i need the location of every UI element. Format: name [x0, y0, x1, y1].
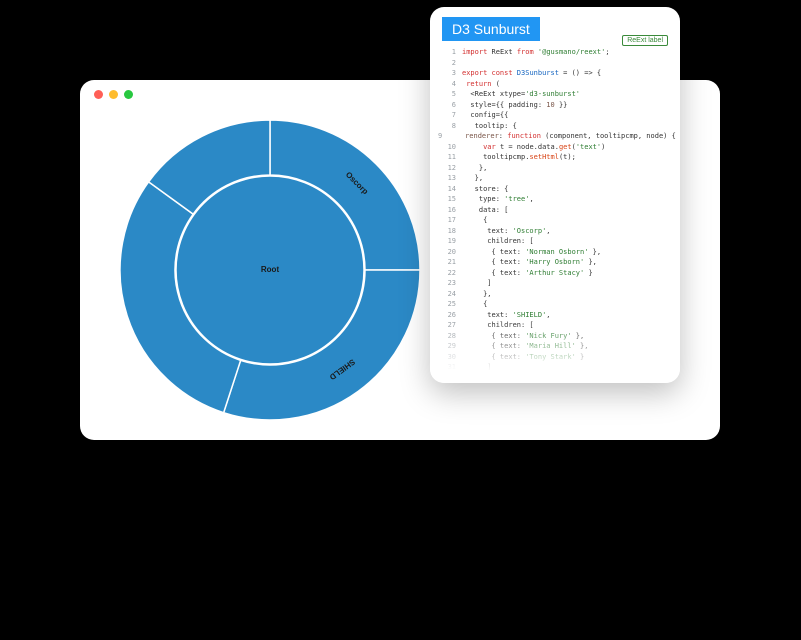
code-line: 8 tooltip: { — [438, 121, 672, 132]
line-number: 8 — [438, 121, 456, 132]
code-line: 1import ReExt from '@gusmano/reext'; — [438, 47, 672, 58]
line-number: 26 — [438, 310, 456, 321]
line-number: 5 — [438, 89, 456, 100]
line-number: 3 — [438, 68, 456, 79]
code-line: 25 { — [438, 299, 672, 310]
line-number: 1 — [438, 47, 456, 58]
sunburst-chart[interactable]: OscorpSHIELDRoot — [110, 110, 430, 430]
code-line: 7 config={{ — [438, 110, 672, 121]
code-line: 22 { text: 'Arthur Stacy' } — [438, 268, 672, 279]
close-icon[interactable] — [94, 90, 103, 99]
fade-overlay — [430, 323, 680, 383]
code-header: D3 Sunburst ReExt label — [430, 7, 680, 47]
code-line: 13 }, — [438, 173, 672, 184]
code-line: 11 tooltipcmp.setHtml(t); — [438, 152, 672, 163]
code-line: 24 }, — [438, 289, 672, 300]
line-number: 17 — [438, 215, 456, 226]
code-line: 2 — [438, 58, 672, 69]
code-line: 9 renderer: function (component, tooltip… — [438, 131, 672, 142]
line-number: 18 — [438, 226, 456, 237]
code-line: 20 { text: 'Norman Osborn' }, — [438, 247, 672, 258]
reext-label-badge[interactable]: ReExt label — [622, 35, 668, 46]
code-line: 10 var t = node.data.get('text') — [438, 142, 672, 153]
code-line: 5 <ReExt xtype='d3-sunburst' — [438, 89, 672, 100]
line-number: 16 — [438, 205, 456, 216]
line-number: 19 — [438, 236, 456, 247]
code-line: 4 return ( — [438, 79, 672, 90]
line-number: 2 — [438, 58, 456, 69]
line-number: 23 — [438, 278, 456, 289]
code-line: 19 children: [ — [438, 236, 672, 247]
stage: OscorpSHIELDRoot D3 Sunburst ReExt label… — [0, 0, 801, 640]
line-number: 20 — [438, 247, 456, 258]
line-number: 22 — [438, 268, 456, 279]
line-number: 10 — [438, 142, 456, 153]
line-number: 14 — [438, 184, 456, 195]
line-number: 6 — [438, 100, 456, 111]
sunburst-svg: OscorpSHIELDRoot — [110, 110, 430, 430]
sunburst-center-label: Root — [261, 265, 280, 274]
code-line: 14 store: { — [438, 184, 672, 195]
code-line: 6 style={{ padding: 10 }} — [438, 100, 672, 111]
line-number: 21 — [438, 257, 456, 268]
code-line: 21 { text: 'Harry Osborn' }, — [438, 257, 672, 268]
code-line: 26 text: 'SHIELD', — [438, 310, 672, 321]
code-panel: D3 Sunburst ReExt label 1import ReExt fr… — [430, 7, 680, 383]
line-number: 15 — [438, 194, 456, 205]
code-line: 12 }, — [438, 163, 672, 174]
line-number: 25 — [438, 299, 456, 310]
window-traffic-lights — [94, 90, 133, 99]
line-number: 24 — [438, 289, 456, 300]
minimize-icon[interactable] — [109, 90, 118, 99]
line-number: 4 — [438, 79, 456, 90]
code-line: 17 { — [438, 215, 672, 226]
code-line: 3export const D3Sunburst = () => { — [438, 68, 672, 79]
maximize-icon[interactable] — [124, 90, 133, 99]
line-number: 13 — [438, 173, 456, 184]
code-line: 23 ] — [438, 278, 672, 289]
line-number: 9 — [438, 131, 442, 142]
code-line: 16 data: [ — [438, 205, 672, 216]
page-title: D3 Sunburst — [442, 17, 540, 41]
line-number: 11 — [438, 152, 456, 163]
code-line: 18 text: 'Oscorp', — [438, 226, 672, 237]
code-line: 15 type: 'tree', — [438, 194, 672, 205]
line-number: 7 — [438, 110, 456, 121]
line-number: 12 — [438, 163, 456, 174]
